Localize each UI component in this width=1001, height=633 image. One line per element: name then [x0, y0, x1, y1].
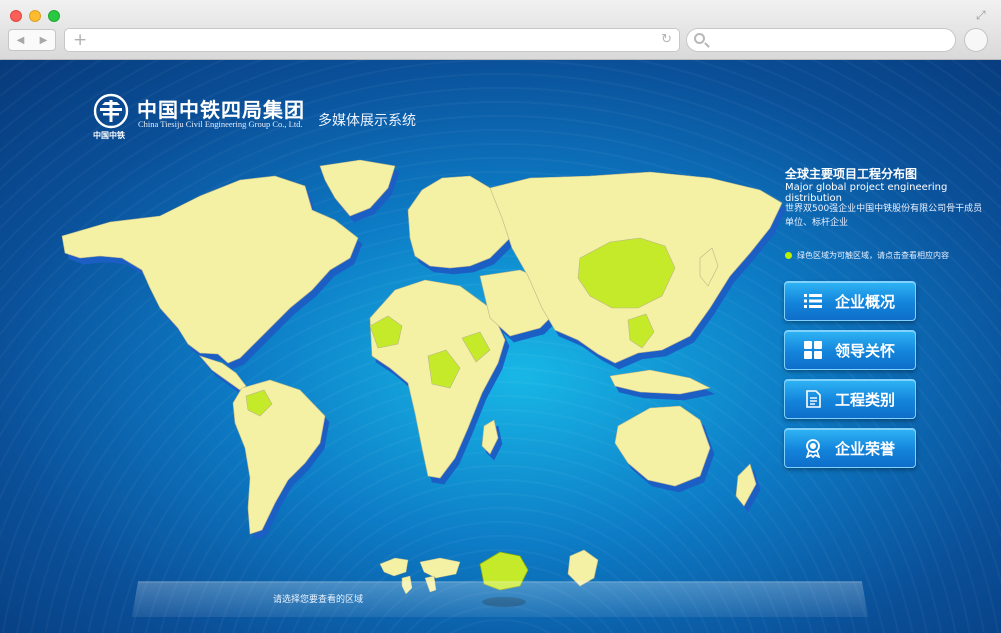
company-honors-button[interactable]: 企业荣誉: [784, 428, 916, 468]
region-selector-bar[interactable]: [131, 581, 869, 617]
indonesia-region[interactable]: [609, 369, 711, 395]
grid-icon: [804, 341, 822, 359]
company-logo-icon: [93, 93, 129, 129]
brand-english-name: China Tiesiju Civil Engineering Group Co…: [138, 119, 303, 129]
touch-hint: 绿色区域为可触区域，请点击查看相应内容: [785, 250, 949, 261]
back-button[interactable]: ◀: [9, 30, 32, 50]
madagascar-region[interactable]: [481, 419, 499, 455]
address-bar[interactable]: + ↻: [64, 28, 680, 52]
search-input[interactable]: [686, 28, 956, 52]
menu-label: 工程类别: [835, 390, 896, 409]
browser-chrome: ⤢ ◀ ▶ + ↻: [0, 0, 1001, 60]
new-tab-icon[interactable]: +: [73, 30, 87, 50]
world-map[interactable]: [50, 158, 785, 538]
list-icon: [804, 294, 822, 308]
company-overview-button[interactable]: 企业概况: [784, 281, 916, 321]
close-window-button[interactable]: [10, 10, 22, 22]
project-category-button[interactable]: 工程类别: [784, 379, 916, 419]
central-america-region[interactable]: [199, 355, 247, 391]
info-description-line2: 单位、标杆企业: [785, 218, 849, 228]
menu-label: 企业概况: [835, 292, 896, 311]
north-america-region[interactable]: [61, 175, 359, 364]
menu-label: 领导关怀: [835, 341, 896, 360]
extension-button[interactable]: [964, 28, 988, 52]
fullscreen-icon[interactable]: ⤢: [976, 8, 986, 23]
menu-label: 企业荣誉: [835, 439, 896, 458]
region-selector-label: 请选择您要查看的区域: [273, 595, 364, 605]
minimize-window-button[interactable]: [29, 10, 41, 22]
green-dot-icon: [785, 252, 792, 259]
info-title: 全球主要项目工程分布图: [785, 167, 918, 181]
zoom-window-button[interactable]: [48, 10, 60, 22]
greenland-region[interactable]: [319, 159, 396, 217]
forward-button[interactable]: ▶: [32, 30, 55, 50]
award-icon: [805, 439, 821, 458]
reload-icon[interactable]: ↻: [661, 32, 672, 47]
touch-hint-text: 绿色区域为可触区域，请点击查看相应内容: [797, 251, 949, 260]
logo-caption: 中国中铁: [93, 131, 125, 140]
info-description-line1: 世界双500强企业中国中铁股份有限公司骨干成员: [785, 204, 983, 214]
australia-region[interactable]: [614, 405, 711, 487]
leadership-care-button[interactable]: 领导关怀: [784, 330, 916, 370]
system-subtitle: 多媒体展示系统: [318, 113, 416, 129]
nav-buttons: ◀ ▶: [8, 29, 56, 51]
page-content: 中国中铁 中国中铁四局集团 China Tiesiju Civil Engine…: [0, 60, 1001, 633]
document-icon: [806, 390, 821, 408]
new-zealand-region[interactable]: [735, 463, 757, 507]
search-icon: [694, 33, 705, 44]
